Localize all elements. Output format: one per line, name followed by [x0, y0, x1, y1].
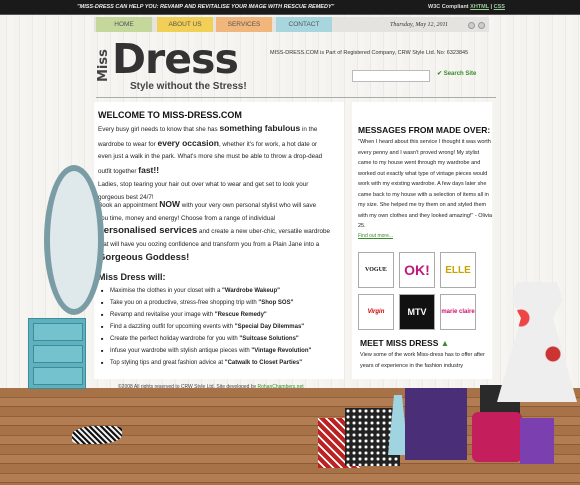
- messages-heading: MESSAGES FROM MADE OVER:: [358, 125, 491, 135]
- header-divider: [96, 97, 496, 98]
- top-bar: "MISS-DRESS CAN HELP YOU: REVAMP AND REV…: [0, 0, 580, 15]
- floral-dress: [497, 282, 577, 402]
- bullet-item: Find a dazzling outfit for upcoming even…: [101, 321, 348, 333]
- meet-description: View some of the work Miss-dress has to …: [360, 352, 485, 369]
- virgin-logo[interactable]: Virgin: [358, 294, 394, 330]
- purple-handbag: [520, 418, 554, 464]
- p3f: and create a new uber-chic, versatile wa…: [197, 228, 330, 236]
- bullet-item: Take you on a productive, stress-free sh…: [101, 297, 348, 309]
- intro-paragraph: Every busy girl needs to know that she h…: [98, 122, 344, 204]
- bullet-item: Maximise the clothes in your closet with…: [101, 285, 348, 297]
- current-date: Thursday, May 12, 2011: [390, 22, 449, 28]
- appointment-paragraph: Book an appointment NOW with your very o…: [98, 198, 344, 266]
- p3a: Book an appointment: [98, 202, 160, 209]
- w3c-label: W3C Compliant: [428, 4, 469, 10]
- oval-mirror: [44, 165, 104, 315]
- bullet-service: "Catwalk to Closet Parties": [224, 360, 303, 366]
- w3c-compliance: W3C Compliant XHTML | CSS: [428, 4, 505, 10]
- blue-dresser: [28, 318, 86, 389]
- p3b: NOW: [159, 199, 181, 209]
- zebra-shoes: [72, 426, 122, 444]
- bullet-service: "Suitcase Solutions": [239, 336, 299, 342]
- arrow-up-icon: ▲: [440, 338, 450, 348]
- meet-heading-text: MEET MISS DRESS: [360, 338, 439, 348]
- p3h: Gorgeous Goddess!: [98, 251, 190, 263]
- pink-handbag: [472, 412, 522, 462]
- purple-gift-box: [405, 388, 467, 460]
- bullet-text: Find a dazzling outfit for upcoming even…: [110, 324, 235, 330]
- p1a: Every busy girl needs to know that she h…: [98, 126, 220, 133]
- bullet-text: Take you on a productive, stress-free sh…: [110, 300, 259, 306]
- p1h: outfit together: [98, 168, 139, 176]
- bullet-service: "Vintage Revolution": [251, 348, 312, 354]
- rss-icon[interactable]: [478, 22, 485, 29]
- search-input[interactable]: [352, 70, 430, 82]
- find-out-more-link[interactable]: Find out more...: [358, 233, 393, 239]
- nav-services[interactable]: SERVICES: [216, 17, 272, 32]
- p1g: even just a walk in the park. What's mor…: [98, 153, 323, 161]
- registration-text: MISS-DRESS.COM is Part of Registered Com…: [270, 50, 469, 56]
- search-button-label: Search Site: [443, 71, 477, 77]
- p1i: fast!!: [138, 165, 160, 176]
- services-heading: Miss Dress will:: [98, 272, 166, 282]
- p3c: with your very own personal stylist who …: [180, 202, 317, 209]
- p3d: you time, money and energy! Choose from …: [98, 214, 276, 222]
- page-title: WELCOME TO MISS-DRESS.COM: [98, 110, 242, 120]
- tagline: "MISS-DRESS CAN HELP YOU: REVAMP AND REV…: [77, 4, 335, 10]
- logo-dress: Dress: [112, 35, 239, 83]
- nav-contact[interactable]: CONTACT: [276, 17, 332, 32]
- xhtml-link[interactable]: XHTML: [470, 4, 489, 10]
- logo-miss: Miss: [96, 49, 111, 82]
- bullet-text: Revamp and revitalise your image with: [110, 312, 215, 318]
- vogue-logo[interactable]: VOGUE: [358, 252, 394, 288]
- p2: Ladies, stop tearing your hair out over …: [98, 180, 309, 188]
- drawer: [33, 323, 83, 341]
- marie-claire-logo[interactable]: marie claire: [440, 294, 476, 330]
- p3e: personalised services: [98, 225, 198, 237]
- elle-logo[interactable]: ELLE: [440, 252, 476, 288]
- bullet-text: Maximise the clothes in your closet with…: [110, 288, 223, 294]
- ok-logo[interactable]: OK!: [399, 252, 435, 288]
- search-button[interactable]: ✔ Search Site: [437, 70, 476, 77]
- bullet-text: Top styling tips and great fashion advic…: [110, 360, 225, 366]
- bullet-service: "Rescue Remedy": [214, 312, 267, 318]
- drawer: [33, 345, 83, 363]
- testimonial-quote: "When I heard about this service I thoug…: [358, 139, 493, 229]
- p3g: that will have you oozing confidence and…: [98, 241, 320, 249]
- mtv-logo[interactable]: MTV: [399, 294, 435, 330]
- p1f: , whether it's for work, a hot date or: [218, 140, 318, 148]
- bullet-text: Create the perfect holiday wardrobe for …: [110, 336, 240, 342]
- site-logo[interactable]: Miss Dress Style without the Stress!: [96, 35, 256, 97]
- p1e: every occasion: [157, 137, 219, 148]
- bullet-service: "Shop SOS": [258, 300, 294, 306]
- p1c: in the: [300, 126, 318, 133]
- p1d: wardrobe to wear for: [98, 140, 158, 148]
- bullet-item: Infuse your wardrobe with stylish antiqu…: [101, 345, 348, 357]
- bullet-item: Revamp and revitalise your image with "R…: [101, 309, 348, 321]
- css-link[interactable]: CSS: [494, 4, 505, 10]
- p1b: something fabulous: [219, 123, 301, 133]
- bullet-service: "Special Day Dilemmas": [234, 324, 305, 330]
- nav-home[interactable]: HOME: [96, 17, 152, 32]
- logo-tagline: Style without the Stress!: [130, 81, 247, 92]
- nav-about-us[interactable]: ABOUT US: [157, 17, 213, 32]
- bullet-service: "Wardrobe Wakeup": [222, 288, 280, 294]
- bullet-item: Top styling tips and great fashion advic…: [101, 357, 348, 369]
- bookmark-icon[interactable]: [468, 22, 475, 29]
- bullet-item: Create the perfect holiday wardrobe for …: [101, 333, 348, 345]
- drawer: [33, 367, 83, 385]
- meet-heading: MEET MISS DRESS ▲: [360, 338, 449, 348]
- bullet-text: Infuse your wardrobe with stylish antiqu…: [110, 348, 252, 354]
- separator: |: [490, 4, 493, 10]
